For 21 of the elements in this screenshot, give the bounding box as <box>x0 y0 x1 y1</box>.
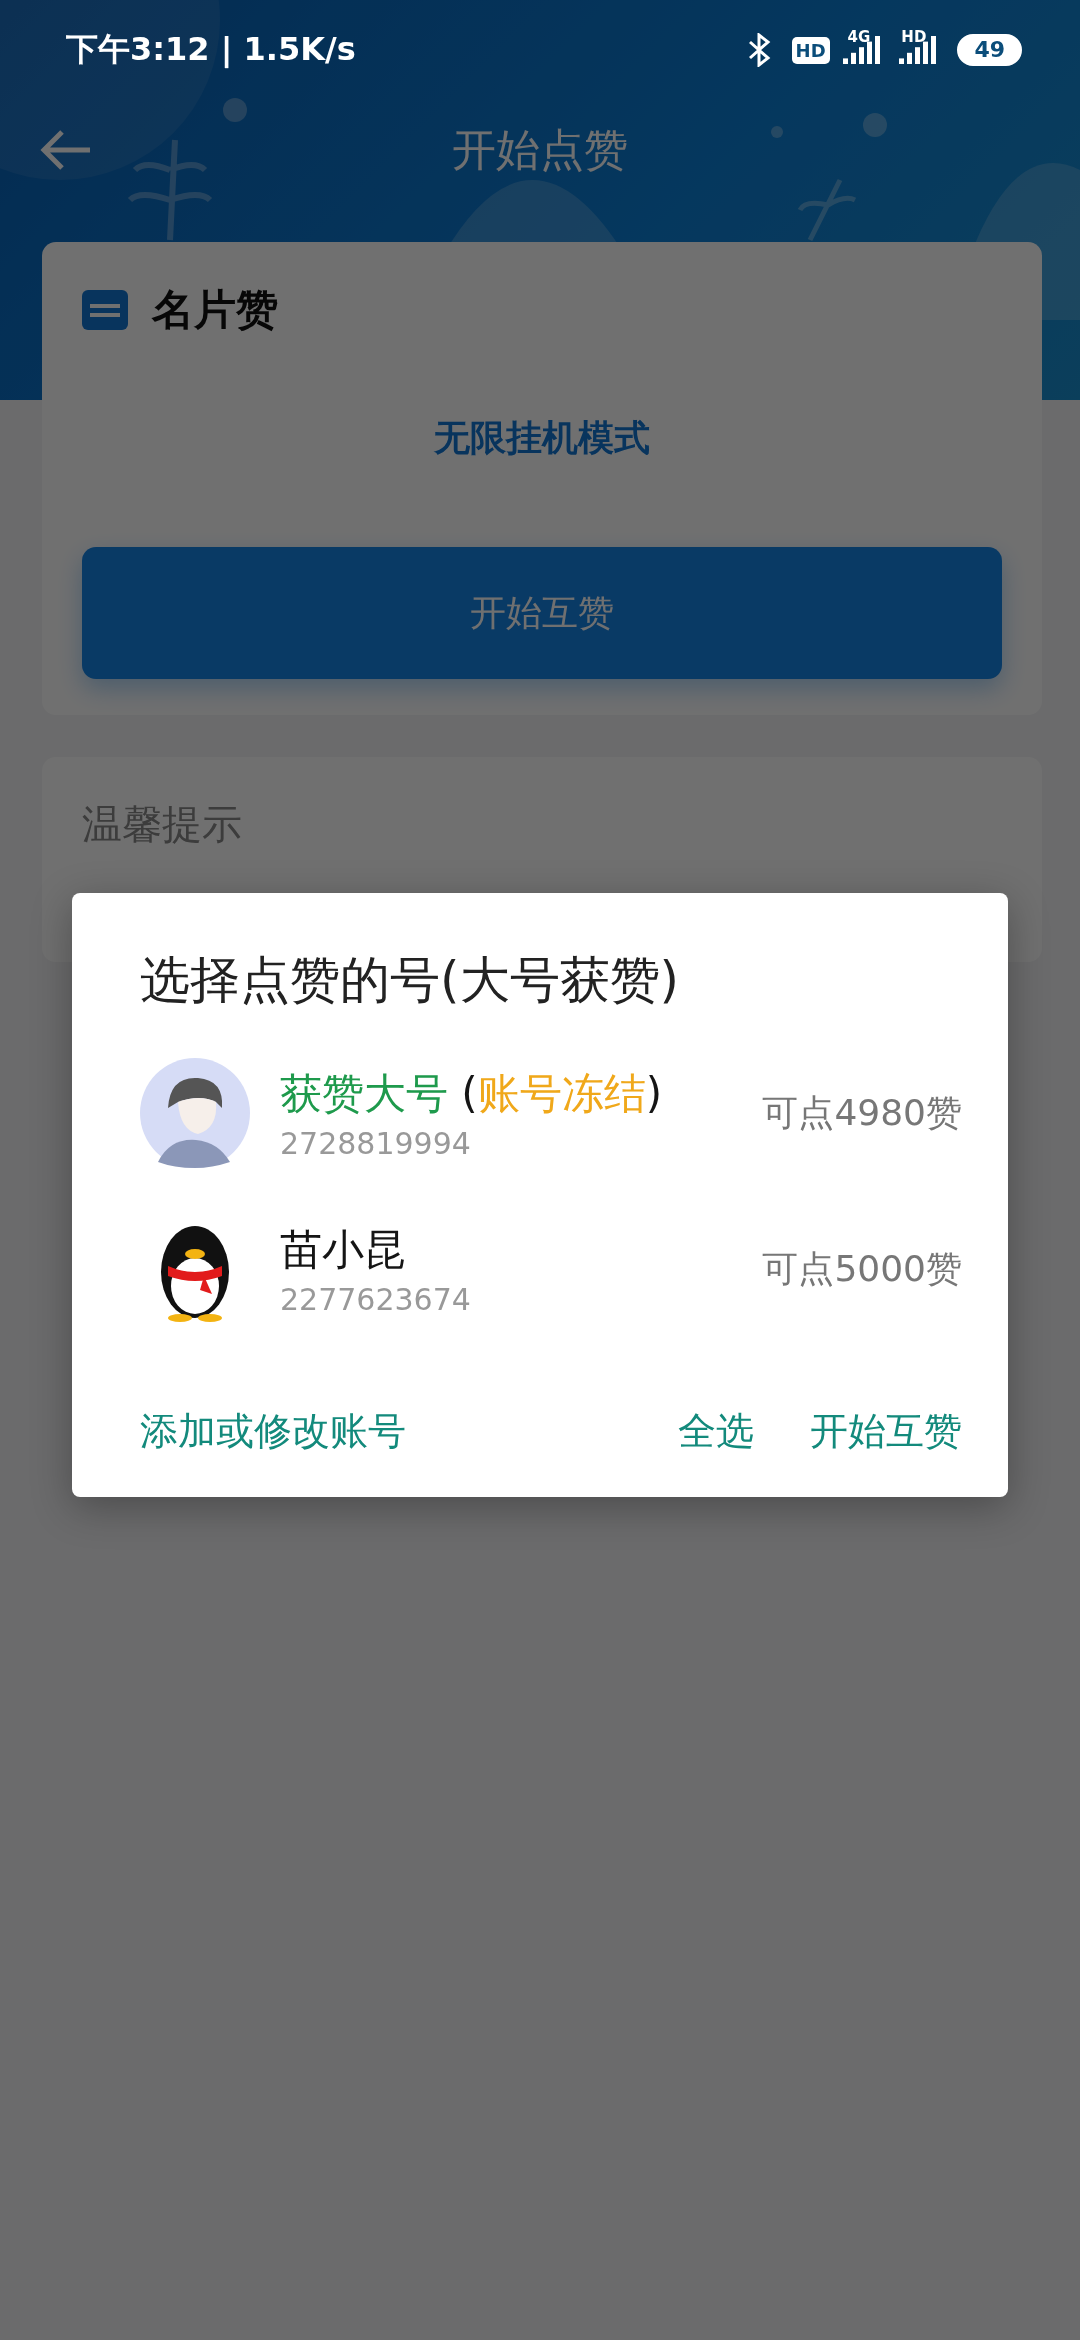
dialog-title: 选择点赞的号(大号获赞) <box>140 950 680 1011</box>
network-label: HD <box>901 28 927 46</box>
dialog-button[interactable]: 添加或修改账号 <box>140 1398 406 1465</box>
page-title: 开始点赞 <box>452 122 628 177</box>
card-title: 名片赞 <box>152 284 278 336</box>
account-name[interactable]: 获赞大号 (账号冻结) <box>280 1065 763 1122</box>
card-icon <box>82 290 128 330</box>
avatar-person-icon <box>140 1058 250 1168</box>
status-time: 下午3:12 | 1.5K/s <box>66 29 356 70</box>
account-name[interactable]: 苗小昆 <box>280 1221 763 1278</box>
dialog-button[interactable]: 全选 <box>678 1398 754 1465</box>
hd-badge: HD <box>791 36 830 64</box>
network-label: 4G <box>847 28 871 46</box>
dialog-button[interactable]: 开始互赞 <box>810 1398 962 1465</box>
quota-label: 可点4980赞 <box>762 1090 962 1135</box>
battery-indicator: 49 <box>957 34 1022 66</box>
mode-label: 无限挂机模式 <box>434 416 650 460</box>
account-id: 2277623674 <box>280 1281 472 1317</box>
account-id: 2728819994 <box>280 1125 472 1161</box>
start-button[interactable]: 开始互赞 <box>82 547 1002 679</box>
quota-label: 可点5000赞 <box>762 1246 962 1291</box>
